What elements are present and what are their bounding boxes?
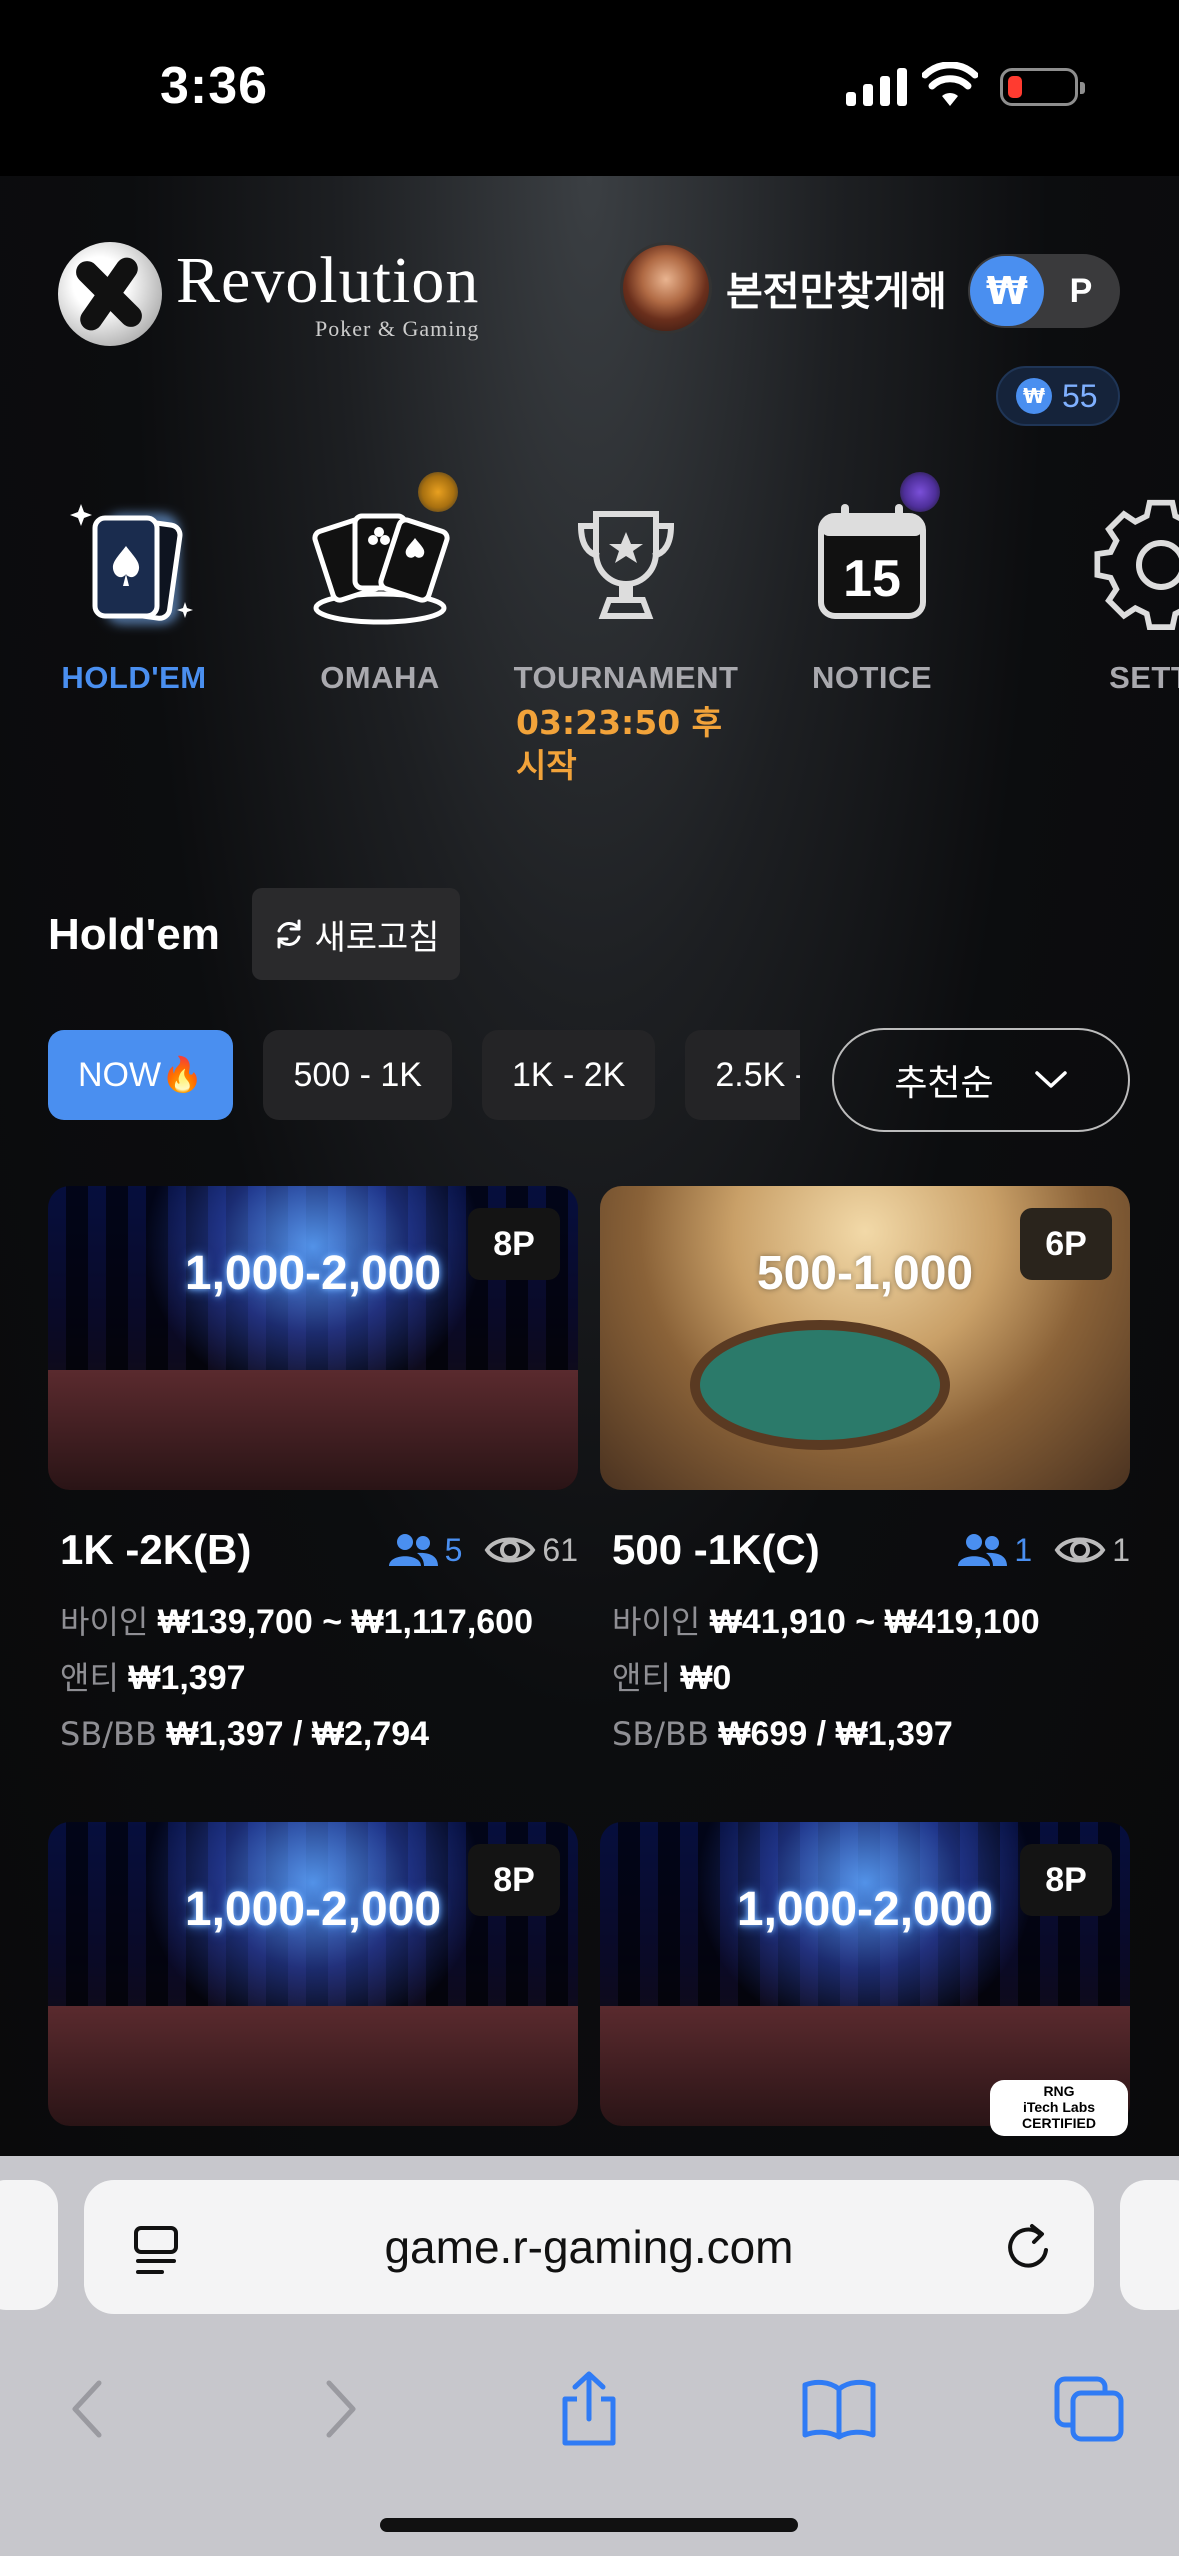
refresh-icon <box>277 919 301 949</box>
nav-holdem-label: HOLD'EM <box>61 660 207 695</box>
nav-holdem[interactable]: HOLD'EM <box>14 490 254 696</box>
table-name: 500 -1K(C) <box>612 1526 820 1573</box>
chevron-left-icon <box>72 2380 102 2438</box>
book-icon <box>802 2379 876 2440</box>
stake-filters: NOW🔥 500 - 1K 1K - 2K 2.5K - 5K <box>48 1030 800 1120</box>
status-time: 3:36 <box>160 57 269 115</box>
won-coin-icon: ₩ <box>1016 378 1052 414</box>
table-card[interactable]: 1,000-2,000 8P <box>48 1822 578 2126</box>
seats-badge: 8P <box>468 1844 560 1916</box>
nav-notice-label: NOTICE <box>811 660 933 695</box>
seats-badge: 6P <box>1020 1208 1112 1280</box>
currency-toggle[interactable]: ₩ P <box>968 254 1120 328</box>
status-bar: 3:36 <box>0 0 1179 176</box>
eye-icon <box>485 1537 536 1563</box>
brand-logo[interactable]: Revolution Poker & Gaming <box>58 242 479 346</box>
table-name: 1K -2K(B) <box>60 1526 252 1573</box>
battery-icon <box>1000 68 1085 106</box>
player-count: 5 <box>387 1532 462 1569</box>
chevron-down-icon <box>1034 1071 1067 1088</box>
previous-tab-preview[interactable] <box>0 2180 58 2310</box>
cards-spade-icon <box>59 490 209 640</box>
table-info: 바이인 ₩41,910 ~ ₩419,100 앤티 ₩0 SB/BB ₩699 … <box>612 1603 1040 1753</box>
seats-badge: 8P <box>468 1208 560 1280</box>
browser-toolbar <box>0 2354 1179 2464</box>
username: 본전만찾게해 <box>726 269 947 315</box>
page-menu-icon[interactable] <box>132 2224 182 2278</box>
viewer-count: 61 <box>484 1532 578 1569</box>
gear-icon <box>1043 490 1179 640</box>
nav-tournament[interactable]: TOURNAMENT 03:23:50 후 시작 <box>506 490 746 788</box>
cellular-signal-icon <box>846 66 907 106</box>
cards-fan-icon <box>305 490 455 640</box>
section-title: Hold'em <box>48 910 220 959</box>
table-thumbnail: 500-1,000 6P <box>600 1186 1130 1490</box>
viewer-count: 1 <box>1054 1532 1130 1569</box>
nav-notice[interactable]: 15 NOTICE <box>752 472 992 696</box>
nav-setting-label: SETTING <box>1109 660 1179 695</box>
brand-tagline: Poker & Gaming <box>315 316 480 341</box>
refresh-button[interactable]: 새로고침 <box>252 888 460 980</box>
filter-500-1k[interactable]: 500 - 1K <box>263 1030 452 1120</box>
app-content: Revolution Poker & Gaming 본전만찾게해 ₩ P ₩ 5… <box>0 176 1179 2156</box>
seats-badge: 8P <box>1020 1844 1112 1916</box>
calendar-icon: 15 <box>797 490 947 640</box>
next-tab-preview[interactable] <box>1120 2180 1179 2310</box>
wifi-icon <box>922 62 978 106</box>
share-icon <box>562 2371 616 2446</box>
tabs-button[interactable] <box>1034 2354 1144 2464</box>
home-indicator <box>380 2518 798 2532</box>
nav-omaha-label: OMAHA <box>320 660 440 695</box>
balance-badge[interactable]: ₩ 55 <box>996 366 1120 426</box>
balance-amount: 55 <box>1062 377 1098 414</box>
sort-label: 추천순 <box>894 1063 994 1104</box>
browser-chrome: game.r-gaming.com <box>0 2156 1179 2556</box>
refresh-label: 새로고침 <box>314 917 440 958</box>
filter-2-5k-5k[interactable]: 2.5K - 5K <box>685 1030 800 1120</box>
table-card[interactable]: 1,000-2,000 8P 1K -2K(B) 5 61 바이인 ₩139,7… <box>48 1186 578 1762</box>
nav-omaha[interactable]: OMAHA <box>260 472 500 696</box>
eye-icon <box>1054 1537 1106 1563</box>
reload-icon[interactable] <box>1002 2220 1054 2274</box>
table-card[interactable]: 500-1,000 6P 500 -1K(C) 1 1 바이인 ₩41,910 … <box>600 1186 1130 1762</box>
users-icon <box>388 1534 438 1566</box>
users-icon <box>958 1534 1008 1566</box>
user-profile[interactable]: 본전만찾게해 <box>620 242 947 334</box>
table-thumbnail: 1,000-2,000 8P <box>48 1186 578 1490</box>
game-nav: HOLD'EM OMAHA TOURNAMENT 03:23:50 후 시작 1… <box>0 472 1179 790</box>
nav-tournament-label: TOURNAMENT <box>513 660 739 695</box>
sort-dropdown[interactable]: 추천순 <box>832 1028 1130 1132</box>
tabs-icon <box>1054 2376 1124 2442</box>
table-thumbnail: 1,000-2,000 8P <box>48 1822 578 2126</box>
player-count: 1 <box>956 1532 1032 1569</box>
tournament-countdown: 03:23:50 후 시작 <box>516 703 723 785</box>
logo-mark-icon <box>58 242 162 346</box>
share-button[interactable] <box>534 2354 644 2464</box>
currency-won-option[interactable]: ₩ <box>970 256 1044 326</box>
svg-text:15: 15 <box>843 550 901 608</box>
back-button[interactable] <box>32 2354 142 2464</box>
trophy-icon <box>551 490 701 640</box>
rng-certified-badge: RNG iTech Labs CERTIFIED <box>990 2080 1128 2136</box>
filter-1k-2k[interactable]: 1K - 2K <box>481 1030 656 1120</box>
currency-point-option[interactable]: P <box>1044 272 1118 311</box>
brand-name: Revolution <box>176 244 480 317</box>
chevron-right-icon <box>326 2380 356 2438</box>
forward-button[interactable] <box>286 2354 396 2464</box>
filter-now[interactable]: NOW🔥 <box>48 1030 234 1120</box>
nav-setting[interactable]: SETTING <box>998 490 1179 696</box>
address-bar[interactable]: game.r-gaming.com <box>84 2180 1094 2314</box>
url-text: game.r-gaming.com <box>384 2221 794 2273</box>
avatar[interactable] <box>620 242 712 334</box>
bookmarks-button[interactable] <box>784 2354 894 2464</box>
table-info: 바이인 ₩139,700 ~ ₩1,117,600 앤티 ₩1,397 SB/B… <box>60 1603 533 1753</box>
